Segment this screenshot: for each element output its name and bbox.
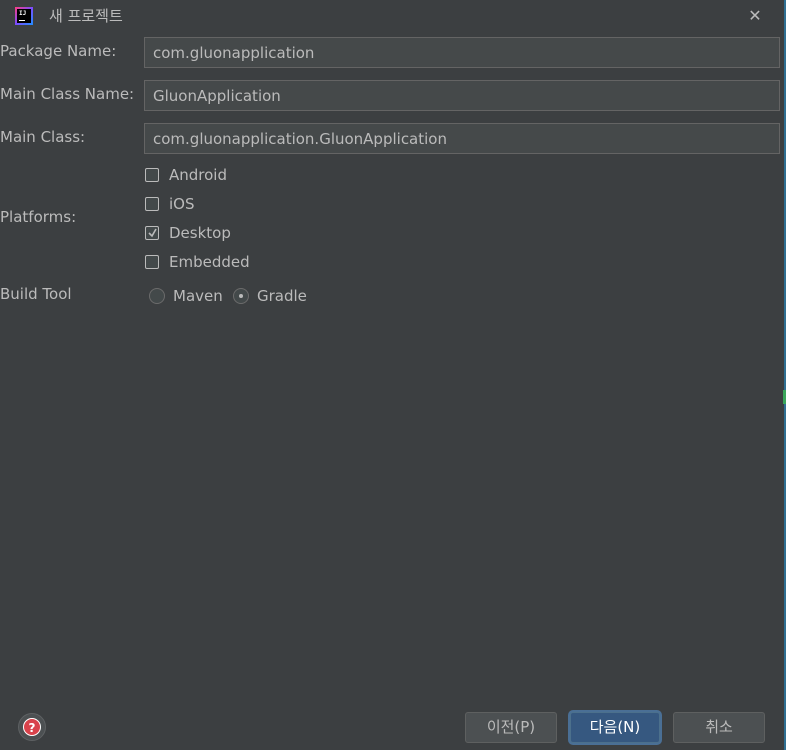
window-title: 새 프로젝트 bbox=[49, 7, 123, 25]
main-class-input[interactable] bbox=[144, 123, 780, 154]
build-tool-maven-label: Maven bbox=[173, 287, 223, 305]
build-tool-gradle-radio[interactable]: Gradle bbox=[233, 285, 307, 307]
build-tool-gradle-label: Gradle bbox=[257, 287, 307, 305]
package-name-input[interactable] bbox=[144, 37, 780, 68]
help-button[interactable]: ? bbox=[18, 713, 46, 741]
platform-ios-checkbox[interactable]: iOS bbox=[145, 193, 195, 215]
package-name-label: Package Name: bbox=[0, 42, 117, 60]
checkbox-box[interactable] bbox=[145, 168, 159, 182]
close-icon[interactable]: ✕ bbox=[744, 6, 766, 26]
radio-button[interactable] bbox=[149, 288, 165, 304]
platform-desktop-checkbox[interactable]: Desktop bbox=[145, 222, 231, 244]
checkbox-box[interactable] bbox=[145, 255, 159, 269]
platform-android-checkbox[interactable]: Android bbox=[145, 164, 227, 186]
build-tool-label: Build Tool bbox=[0, 285, 72, 303]
platform-embedded-checkbox[interactable]: Embedded bbox=[145, 251, 250, 273]
build-tool-maven-radio[interactable]: Maven bbox=[149, 285, 223, 307]
new-project-dialog: IJ 새 프로젝트 ✕ Package Name: Main Class Nam… bbox=[0, 0, 786, 750]
platform-android-label: Android bbox=[169, 166, 227, 184]
platform-desktop-label: Desktop bbox=[169, 224, 231, 242]
main-class-name-input[interactable] bbox=[144, 80, 780, 111]
platform-ios-label: iOS bbox=[169, 195, 195, 213]
checkbox-box[interactable] bbox=[145, 197, 159, 211]
platforms-label: Platforms: bbox=[0, 208, 77, 226]
app-icon-text: IJ bbox=[19, 10, 27, 17]
checkmark-icon bbox=[148, 228, 157, 238]
main-class-name-label: Main Class Name: bbox=[0, 85, 135, 103]
help-icon: ? bbox=[23, 718, 41, 736]
radio-button[interactable] bbox=[233, 288, 249, 304]
previous-button[interactable]: 이전(P) bbox=[465, 712, 557, 743]
platform-embedded-label: Embedded bbox=[169, 253, 250, 271]
next-button[interactable]: 다음(N) bbox=[570, 712, 660, 743]
checkbox-box[interactable] bbox=[145, 226, 159, 240]
cancel-button[interactable]: 취소 bbox=[673, 712, 765, 743]
main-class-label: Main Class: bbox=[0, 128, 86, 146]
intellij-app-icon: IJ bbox=[15, 7, 33, 25]
title-bar: IJ 새 프로젝트 ✕ bbox=[0, 0, 786, 32]
